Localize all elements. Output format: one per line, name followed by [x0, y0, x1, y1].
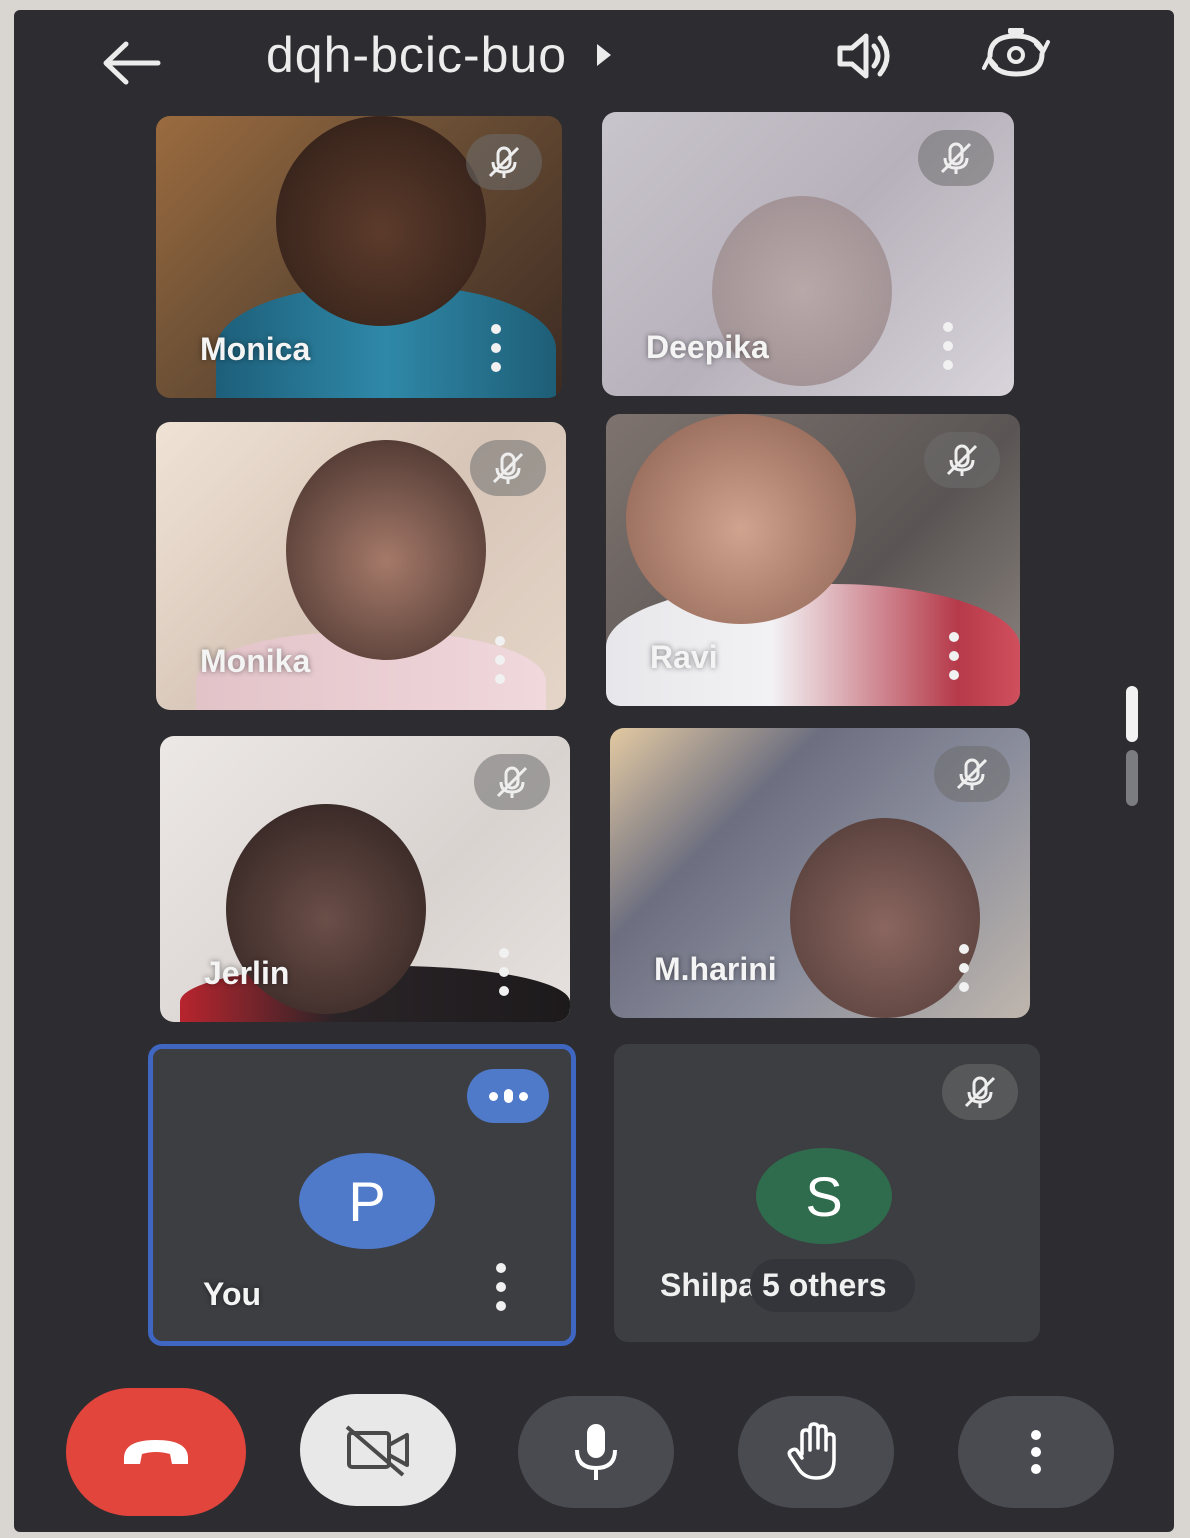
- dot: [959, 944, 969, 954]
- dot: [488, 1091, 498, 1101]
- dot: [491, 343, 501, 353]
- mic-off-icon: [940, 142, 972, 174]
- participant-options-button[interactable]: [492, 636, 508, 684]
- more-options-button[interactable]: [958, 1396, 1114, 1508]
- mic-muted-badge: [470, 440, 546, 496]
- dot: [496, 1301, 506, 1311]
- meeting-code: dqh-bcic-buo: [266, 27, 568, 83]
- dot: [949, 670, 959, 680]
- mic-off-icon: [492, 452, 524, 484]
- dot: [943, 360, 953, 370]
- dot: [503, 1089, 513, 1103]
- page-indicator-active: [1126, 686, 1138, 742]
- speaker-icon: [837, 33, 890, 79]
- page-indicator-inactive: [1126, 750, 1138, 806]
- back-button[interactable]: [100, 38, 162, 88]
- raise-hand-icon: [787, 1422, 836, 1480]
- avatar: S: [756, 1148, 892, 1244]
- dot: [496, 1282, 506, 1292]
- mic-off-icon: [964, 1076, 996, 1108]
- dot: [949, 651, 959, 661]
- microphone-icon: [575, 1424, 617, 1480]
- others-count: 5 others: [750, 1259, 915, 1312]
- mic-off-icon: [488, 146, 520, 178]
- participant-name: Jerlin: [204, 955, 290, 991]
- participant-face: [626, 414, 856, 624]
- dot: [949, 632, 959, 642]
- dot: [495, 655, 505, 665]
- mic-muted-badge: [918, 130, 994, 186]
- participant-name: Monika: [200, 643, 311, 679]
- avatar: P: [299, 1153, 435, 1249]
- participant-name: Deepika: [646, 329, 769, 365]
- end-call-button[interactable]: [66, 1388, 246, 1516]
- mic-off-icon: [956, 758, 988, 790]
- others-label: Shilpa 5 others: [660, 1259, 915, 1312]
- switch-camera-button[interactable]: [980, 22, 1052, 86]
- raise-hand-button[interactable]: [738, 1396, 894, 1508]
- participant-tile[interactable]: Monica: [156, 116, 562, 398]
- mic-off-icon: [946, 444, 978, 476]
- call-header: dqh-bcic-buo: [14, 10, 1174, 110]
- dot: [499, 948, 509, 958]
- dot: [491, 324, 501, 334]
- dot: [495, 636, 505, 646]
- caret-right-icon: [597, 44, 612, 66]
- participant-options-button[interactable]: [940, 322, 956, 370]
- camera-off-icon: [345, 1425, 409, 1477]
- others-first-name: Shilpa: [660, 1267, 757, 1303]
- mic-off-icon: [496, 766, 528, 798]
- dot: [943, 341, 953, 351]
- self-options-button[interactable]: [493, 1263, 509, 1311]
- camera-toggle-button[interactable]: [300, 1394, 456, 1506]
- participant-face: [790, 818, 980, 1018]
- meet-call-screen: dqh-bcic-buo Monica Deepika Monika Ravi …: [14, 10, 1174, 1532]
- dot: [496, 1263, 506, 1273]
- self-label: You: [203, 1276, 262, 1312]
- dot: [943, 322, 953, 332]
- self-tile[interactable]: P You: [148, 1044, 576, 1346]
- participant-name: M.harini: [654, 951, 777, 987]
- speaking-indicator: [467, 1069, 549, 1123]
- dot: [495, 674, 505, 684]
- mic-muted-badge: [466, 134, 542, 190]
- microphone-button[interactable]: [518, 1396, 674, 1508]
- switch-camera-icon: [982, 28, 1050, 77]
- dot: [499, 986, 509, 996]
- participant-options-button[interactable]: [946, 632, 962, 680]
- participant-options-button[interactable]: [488, 324, 504, 372]
- participant-options-button[interactable]: [496, 948, 512, 996]
- dot: [959, 982, 969, 992]
- dot: [518, 1091, 528, 1101]
- participant-tile[interactable]: M.harini: [610, 728, 1030, 1018]
- meeting-title-button[interactable]: dqh-bcic-buo: [266, 26, 615, 84]
- mic-muted-badge: [942, 1064, 1018, 1120]
- participant-tile[interactable]: Jerlin: [160, 736, 570, 1022]
- participant-face: [286, 440, 486, 660]
- more-vertical-icon: [1031, 1430, 1041, 1474]
- participant-tile[interactable]: Monika: [156, 422, 566, 710]
- others-tile[interactable]: S Shilpa 5 others: [614, 1044, 1040, 1342]
- participant-options-button[interactable]: [956, 944, 972, 992]
- dot: [959, 963, 969, 973]
- participant-tile[interactable]: Ravi: [606, 414, 1020, 706]
- mic-muted-badge: [934, 746, 1010, 802]
- dot: [491, 362, 501, 372]
- end-call-icon: [124, 1440, 188, 1464]
- dot: [499, 967, 509, 977]
- participant-face: [276, 116, 486, 326]
- participant-tile[interactable]: Deepika: [602, 112, 1014, 396]
- participant-name: Monica: [200, 331, 311, 367]
- arrow-left-icon: [103, 41, 161, 85]
- participant-name: Ravi: [650, 639, 718, 675]
- page-indicator[interactable]: [1126, 686, 1142, 816]
- mic-muted-badge: [924, 432, 1000, 488]
- speaker-button[interactable]: [834, 28, 898, 84]
- mic-muted-badge: [474, 754, 550, 810]
